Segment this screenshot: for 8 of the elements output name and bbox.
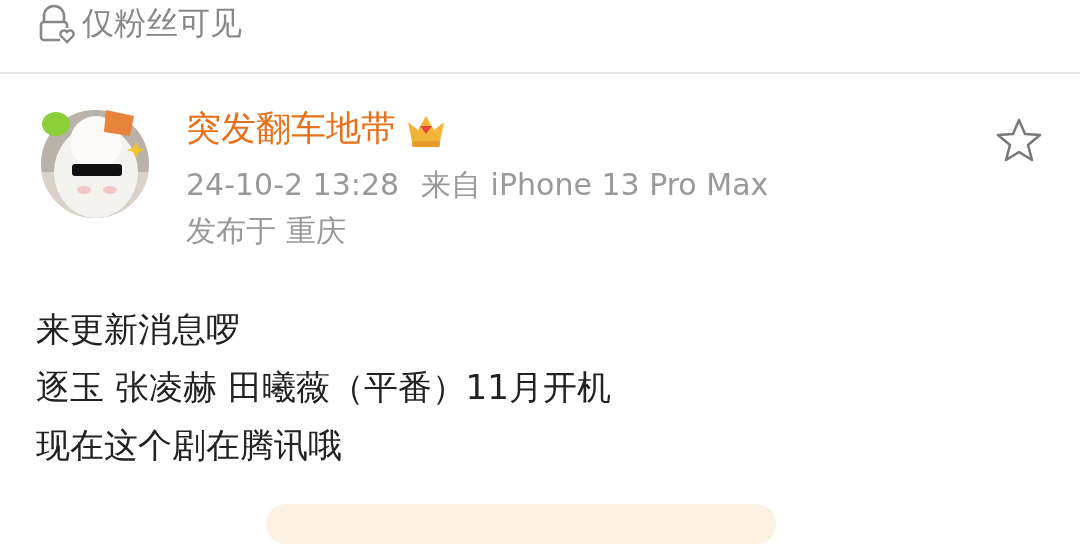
- post-text-line: 来更新消息啰: [36, 308, 241, 351]
- visibility-label: 仅粉丝可见: [82, 3, 242, 44]
- post-time: 24-10-2 13:28: [186, 166, 400, 204]
- post-location: 发布于 重庆: [186, 212, 347, 250]
- author-name[interactable]: 突发翻车地带: [186, 104, 396, 152]
- post-source: 来自 iPhone 13 Pro Max: [421, 166, 769, 204]
- post-text-line: 逐玉 张凌赫 田曦薇（平番）11月开机: [36, 366, 612, 409]
- post-text-line: 现在这个剧在腾讯哦: [36, 424, 343, 467]
